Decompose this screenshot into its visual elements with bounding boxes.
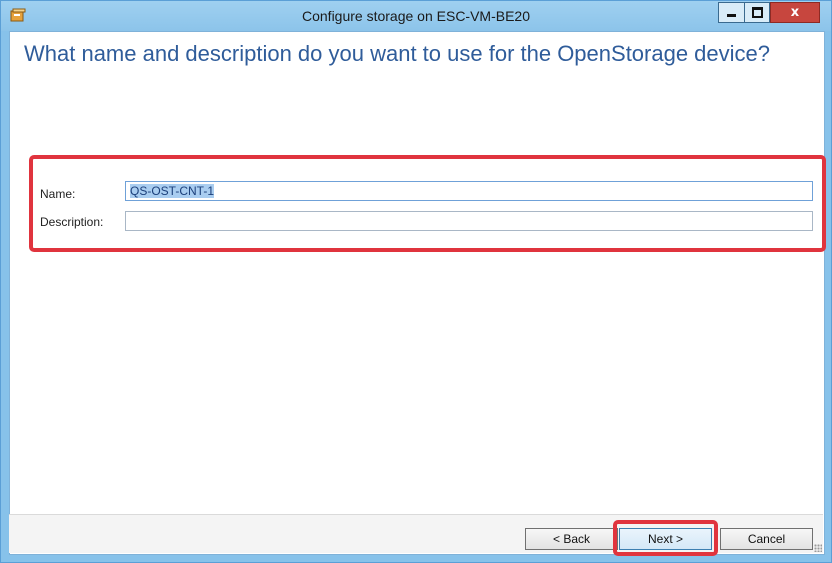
close-button[interactable]: x — [770, 2, 820, 23]
maximize-icon — [751, 7, 763, 18]
page-heading: What name and description do you want to… — [24, 41, 771, 66]
resize-grip-icon[interactable] — [814, 544, 822, 552]
dialog-window: Configure storage on ESC-VM-BE20 x — [0, 0, 832, 563]
name-label: Name: — [40, 187, 76, 201]
title-bar[interactable]: Configure storage on ESC-VM-BE20 x — [1, 1, 831, 31]
next-highlight-box — [613, 520, 718, 556]
dialog-content — [9, 31, 825, 555]
back-button[interactable]: < Back — [525, 528, 618, 550]
minimize-icon — [727, 14, 736, 17]
close-icon: x — [790, 5, 800, 20]
minimize-button[interactable] — [718, 2, 744, 23]
name-input-value: QS-OST-CNT-1 — [130, 184, 215, 198]
maximize-button[interactable] — [744, 2, 770, 23]
fields-highlight-box — [29, 155, 826, 252]
cancel-button[interactable]: Cancel — [720, 528, 813, 550]
description-label: Description: — [40, 215, 104, 229]
description-input[interactable] — [125, 211, 813, 231]
window-title: Configure storage on ESC-VM-BE20 — [302, 8, 530, 24]
name-input[interactable]: QS-OST-CNT-1 — [125, 181, 813, 201]
